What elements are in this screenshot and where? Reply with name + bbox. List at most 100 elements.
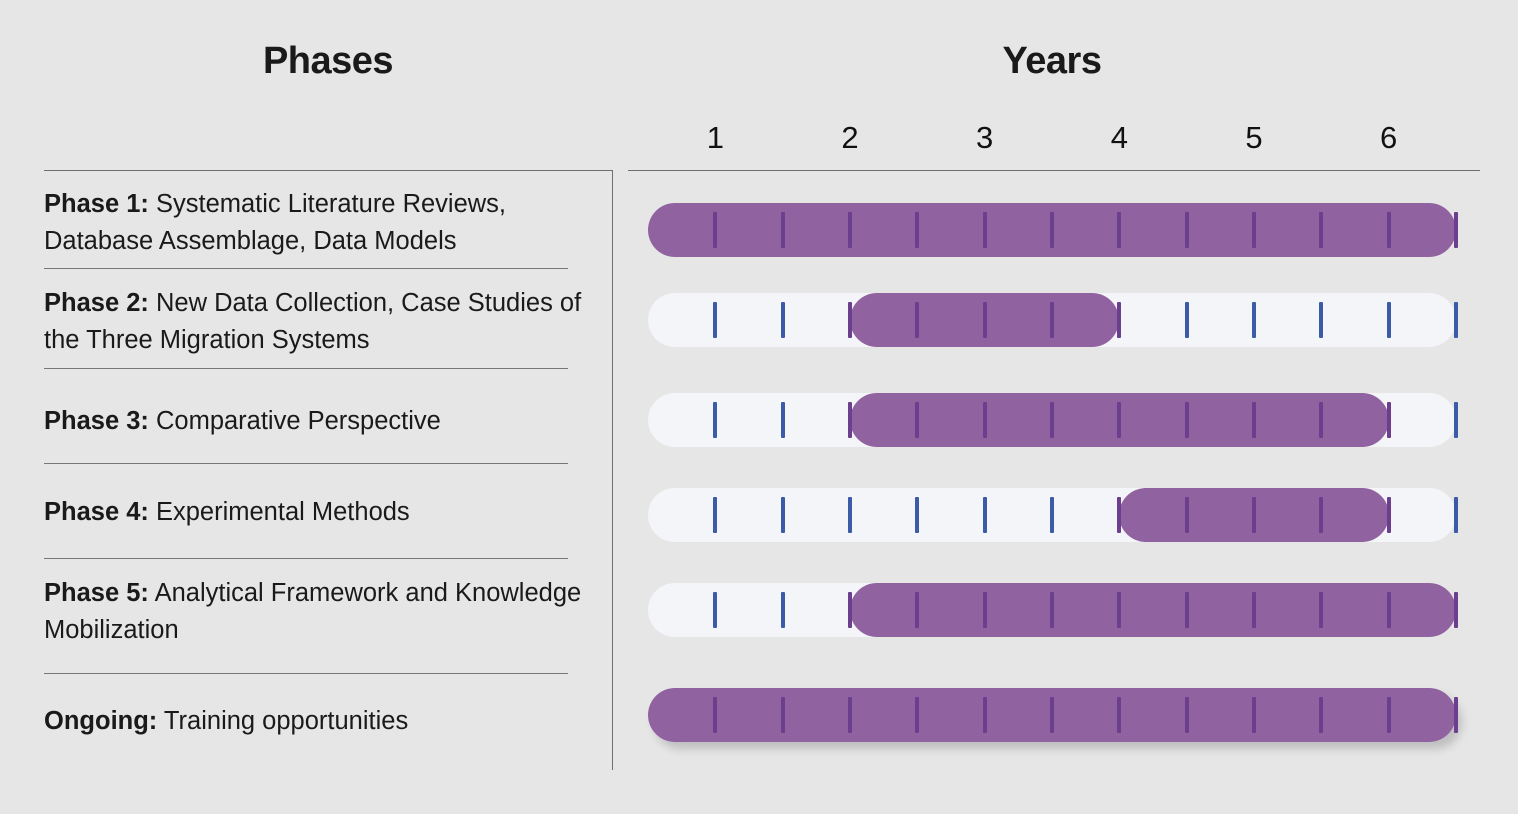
timeline-bar[interactable] (850, 583, 1456, 637)
half-year-tick (1050, 212, 1054, 248)
timeline-track[interactable] (648, 583, 1458, 637)
half-year-tick (780, 697, 785, 733)
half-year-tick (848, 497, 852, 533)
half-year-tick (780, 592, 785, 628)
half-year-tick (1386, 497, 1391, 533)
half-year-tick (915, 302, 920, 338)
row-separator (44, 558, 568, 559)
half-year-tick (1184, 212, 1189, 248)
half-year-tick (780, 212, 785, 248)
year-tick-label-5: 5 (1245, 120, 1263, 155)
half-year-tick (713, 497, 718, 533)
half-year-tick (915, 402, 920, 438)
row-separator (44, 463, 568, 464)
timeline-track[interactable] (648, 488, 1458, 542)
half-year-tick (780, 302, 785, 338)
half-year-tick (1252, 697, 1256, 733)
half-year-tick (713, 697, 718, 733)
column-divider (612, 170, 613, 770)
half-year-tick (1386, 302, 1391, 338)
half-year-tick (1252, 212, 1256, 248)
half-year-tick (1117, 497, 1122, 533)
timeline-track[interactable] (648, 203, 1458, 257)
year-axis: 1 2 3 4 5 6 (648, 118, 1456, 164)
year-tick-label-4: 4 (1110, 120, 1128, 155)
half-year-tick (1454, 302, 1458, 338)
half-year-tick (1454, 497, 1458, 533)
half-year-tick (982, 212, 987, 248)
phase-label-row: Phase 5: Analytical Framework and Knowle… (44, 575, 600, 649)
half-year-tick (1050, 697, 1054, 733)
year-tick-label-1: 1 (706, 120, 724, 155)
half-year-tick (1319, 212, 1324, 248)
half-year-tick (1252, 497, 1256, 533)
phase-label-description: Comparative Perspective (148, 407, 441, 435)
phase-label-row: Phase 2: New Data Collection, Case Studi… (44, 285, 600, 359)
half-year-tick (1252, 302, 1256, 338)
half-year-tick (1184, 302, 1189, 338)
half-year-tick (1386, 592, 1391, 628)
half-year-tick (1454, 212, 1458, 248)
half-year-tick (915, 697, 920, 733)
phase-label-prefix: Phase 1: (44, 190, 149, 218)
half-year-tick (1184, 592, 1189, 628)
half-year-tick (713, 402, 718, 438)
half-year-tick (1050, 497, 1054, 533)
phase-label-row: Ongoing: Training opportunities (44, 703, 600, 740)
half-year-tick (780, 402, 785, 438)
half-year-tick (1454, 697, 1458, 733)
half-year-tick (915, 592, 920, 628)
half-year-tick (1454, 592, 1458, 628)
half-year-tick (848, 402, 852, 438)
phase-label-row: Phase 4: Experimental Methods (44, 494, 600, 531)
page-title-phases: Phases (262, 40, 394, 82)
phase-label-prefix: Phase 3: (44, 407, 149, 435)
header-rule-left (44, 170, 612, 171)
half-year-tick (982, 402, 987, 438)
row-separator (44, 368, 568, 369)
timeline-track[interactable] (648, 688, 1458, 742)
half-year-tick (848, 302, 852, 338)
phase-label-prefix: Ongoing: (44, 707, 158, 735)
half-year-tick (1050, 592, 1054, 628)
timeline-track[interactable] (648, 293, 1458, 347)
half-year-tick (713, 592, 718, 628)
year-tick-label-6: 6 (1380, 120, 1398, 155)
half-year-tick (1184, 497, 1189, 533)
phase-label-row: Phase 3: Comparative Perspective (44, 403, 600, 440)
half-year-tick (1184, 402, 1189, 438)
half-year-tick (1252, 592, 1256, 628)
half-year-tick (1050, 402, 1054, 438)
year-tick-label-2: 2 (841, 120, 859, 155)
header-rule-right (628, 170, 1480, 171)
phase-label-prefix: Phase 5: (44, 579, 149, 607)
half-year-tick (1117, 212, 1122, 248)
half-year-tick (1319, 497, 1324, 533)
half-year-tick (1252, 402, 1256, 438)
half-year-tick (1319, 402, 1324, 438)
half-year-tick (1386, 402, 1391, 438)
half-year-tick (780, 497, 785, 533)
half-year-tick (1319, 697, 1324, 733)
half-year-tick (1117, 302, 1122, 338)
half-year-tick (713, 212, 718, 248)
half-year-tick (982, 697, 987, 733)
year-tick-label-3: 3 (976, 120, 994, 155)
half-year-tick (982, 592, 987, 628)
half-year-tick (848, 212, 852, 248)
half-year-tick (1117, 592, 1122, 628)
half-year-tick (1184, 697, 1189, 733)
half-year-tick (1386, 697, 1391, 733)
half-year-tick (1454, 402, 1458, 438)
half-year-tick (1386, 212, 1391, 248)
half-year-tick (982, 497, 987, 533)
half-year-tick (1319, 592, 1324, 628)
phase-label-prefix: Phase 2: (44, 289, 149, 317)
gantt-chart: Phases Years 1 2 3 4 5 6 Phase 1: Systematic … (0, 0, 1518, 814)
half-year-tick (1117, 402, 1122, 438)
half-year-tick (982, 302, 987, 338)
half-year-tick (1050, 302, 1054, 338)
timeline-track[interactable] (648, 393, 1458, 447)
page-title-years: Years (1002, 40, 1102, 82)
phase-label-description: Training opportunities (157, 707, 409, 735)
